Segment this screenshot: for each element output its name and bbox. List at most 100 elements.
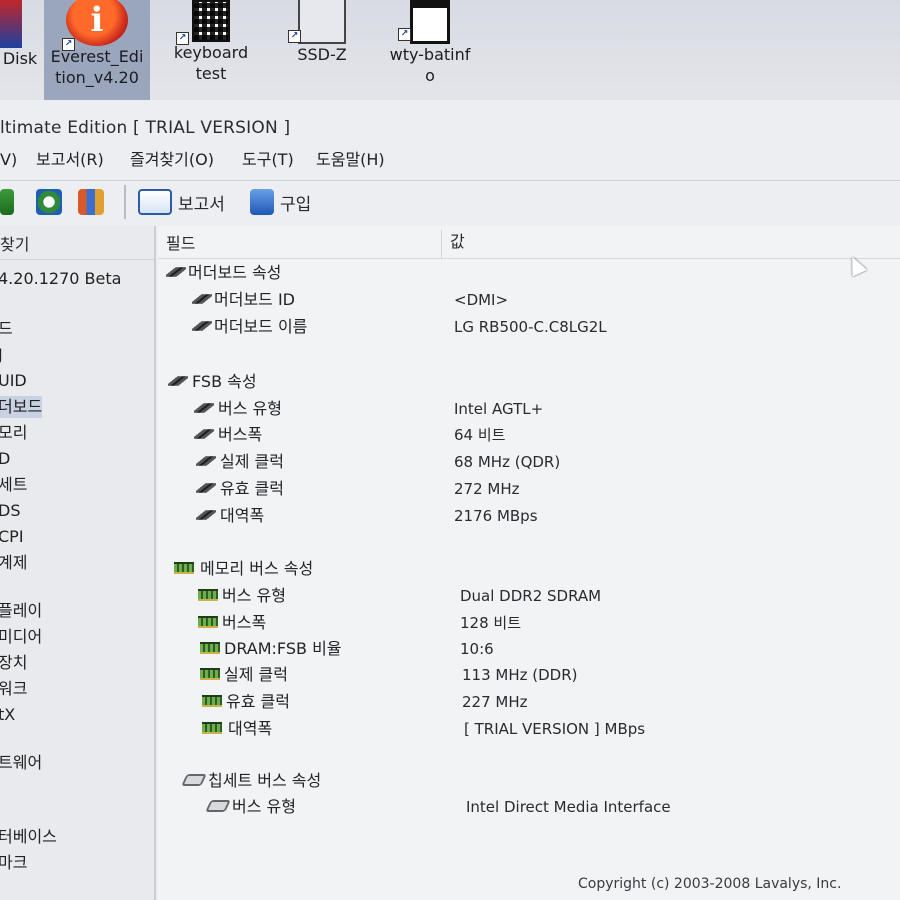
desktop-icon-disk[interactable]: Disk <box>0 0 40 69</box>
info-icon: i <box>66 0 128 46</box>
list-row[interactable]: 대역폭 [ TRIAL VERSION ] MBps <box>158 716 900 742</box>
report-icon <box>138 189 172 215</box>
field-value: Intel AGTL+ <box>454 400 544 418</box>
memory-module-icon <box>202 695 222 707</box>
list-row[interactable]: 실제 클럭 68 MHz (QDR) <box>158 449 900 475</box>
memory-module-icon <box>174 562 194 574</box>
keyboard-icon <box>192 0 230 42</box>
field-name: 유효 클럭 <box>220 479 284 498</box>
tree-item[interactable]: 세트 <box>0 474 27 496</box>
menu-report[interactable]: 보고서(R) <box>36 148 104 172</box>
list-row[interactable]: 유효 클럭 227 MHz <box>158 689 900 715</box>
tree-header: 찾기 <box>0 230 154 260</box>
memory-module-icon <box>202 722 222 734</box>
details-list: 필드 값 머더보드 속성 머더보드 ID <DMI> 머더보드 이름 LG RB… <box>158 226 900 900</box>
tree-item[interactable]: CPI <box>0 526 24 548</box>
toolbar-separator <box>124 185 126 219</box>
menu-help[interactable]: 도움말(H) <box>316 148 385 172</box>
forward-arrow-icon <box>0 189 14 215</box>
list-row[interactable]: DRAM:FSB 비율 10:6 <box>158 636 900 662</box>
tree-item[interactable]: 4.20.1270 Beta <box>0 268 121 290</box>
list-row[interactable]: 대역폭 2176 MBps <box>158 503 900 529</box>
menu-tools[interactable]: 도구(T) <box>242 148 294 172</box>
tree-item[interactable]: DS <box>0 500 20 522</box>
field-name: 버스 유형 <box>232 797 296 816</box>
field-name: 버스 유형 <box>222 586 286 605</box>
refresh-button[interactable] <box>36 187 68 217</box>
tree-item[interactable]: 모리 <box>0 422 27 444</box>
desktop-icon-keyboard-test[interactable]: ↗ keyboard test <box>172 0 250 84</box>
chip-icon <box>166 267 186 277</box>
field-value: 128 비트 <box>460 614 521 632</box>
refresh-icon <box>36 189 62 215</box>
list-row[interactable]: 머더보드 ID <DMI> <box>158 287 900 313</box>
menu-favorites[interactable]: 즐겨찾기(O) <box>130 148 214 172</box>
report-button[interactable]: 보고서 <box>138 187 225 217</box>
tree-item[interactable]: 장치 <box>0 652 27 674</box>
column-header-value[interactable]: 값 <box>450 228 465 256</box>
desktop-icon-label: Disk <box>2 49 38 68</box>
memory-module-icon <box>198 589 218 601</box>
forward-button[interactable] <box>0 187 20 217</box>
buy-button-label: 구입 <box>280 194 312 215</box>
tree-item[interactable]: 워크 <box>0 678 27 700</box>
field-value: 272 MHz <box>454 480 520 498</box>
tree-item[interactable]: UID <box>0 370 27 392</box>
list-row-group[interactable]: 칩세트 버스 속성 <box>158 768 900 794</box>
drive-icon <box>298 0 346 44</box>
list-row-group[interactable]: 메모리 버스 속성 <box>158 556 900 582</box>
tree-item[interactable]: tX <box>0 704 15 726</box>
field-value: 2176 MBps <box>454 507 538 525</box>
list-row[interactable]: 버스 유형 Intel Direct Media Interface <box>158 794 900 820</box>
tree-item[interactable]: 계제 <box>0 552 27 574</box>
list-row[interactable]: 버스폭 64 비트 <box>158 422 900 448</box>
desktop-icon-label: keyboard <box>173 43 249 62</box>
field-value: Dual DDR2 SDRAM <box>460 587 602 605</box>
tree-item[interactable]: 마크 <box>0 852 27 874</box>
list-row-group[interactable]: FSB 속성 <box>158 369 900 395</box>
header-divider <box>158 258 900 259</box>
desktop-icon-wty-batinfo[interactable]: ↗ wty-batinf o <box>384 0 476 86</box>
list-row[interactable]: 실제 클럭 113 MHz (DDR) <box>158 662 900 688</box>
tree-item[interactable]: D <box>0 448 10 470</box>
field-name: 대역폭 <box>220 506 265 525</box>
list-row-group[interactable]: 머더보드 속성 <box>158 260 900 286</box>
column-header-field[interactable]: 필드 <box>166 230 442 258</box>
shortcut-arrow-icon: ↗ <box>398 28 411 41</box>
chip-icon <box>196 510 216 520</box>
list-row[interactable]: 버스폭 128 비트 <box>158 610 900 636</box>
users-button[interactable] <box>78 187 110 217</box>
tree-item[interactable]: 터베이스 <box>0 826 57 848</box>
bus-icon <box>181 774 207 786</box>
chip-icon <box>192 294 212 304</box>
tree-item[interactable]: 트웨어 <box>0 752 42 774</box>
toolbar: 보고서 구입 <box>0 180 900 222</box>
list-row[interactable]: 머더보드 이름 LG RB500-C.C8LG2L <box>158 314 900 340</box>
desktop-icon-strip: Disk i ↗ Everest_Edi tion_v4.20 ↗ keyboa… <box>0 0 900 100</box>
chip-icon <box>196 483 216 493</box>
report-button-label: 보고서 <box>178 194 225 215</box>
field-value: [ TRIAL VERSION ] MBps <box>464 720 646 738</box>
field-value: 227 MHz <box>462 693 528 711</box>
menu-view[interactable]: V) <box>0 148 17 172</box>
list-row[interactable]: 버스 유형 Dual DDR2 SDRAM <box>158 583 900 609</box>
desktop-icon-everest[interactable]: i ↗ Everest_Edi tion_v4.20 <box>44 0 150 100</box>
tree-item[interactable]: 플레이 <box>0 600 42 622</box>
navigation-tree: 찾기 4.20.1270 Beta 드 J UID 더보드 모리 D 세트 DS… <box>0 226 156 900</box>
desktop-icon-label: tion_v4.20 <box>55 68 139 87</box>
list-row[interactable]: 버스 유형 Intel AGTL+ <box>158 396 900 422</box>
field-name: 머더보드 이름 <box>214 317 308 336</box>
desktop-icon-label: Everest_Edi <box>50 47 144 66</box>
buy-button[interactable]: 구입 <box>250 187 311 217</box>
list-row[interactable]: 유효 클럭 272 MHz <box>158 476 900 502</box>
tree-item[interactable]: J <box>0 344 3 366</box>
field-name: 버스 유형 <box>218 399 282 418</box>
field-name: FSB 속성 <box>192 372 257 391</box>
desktop-icon-ssd-z[interactable]: ↗ SSD-Z <box>282 0 362 65</box>
tree-item-motherboard[interactable]: 더보드 <box>0 396 43 418</box>
users-icon <box>78 189 104 215</box>
tree-item[interactable]: 미디어 <box>0 626 42 648</box>
chip-icon <box>168 376 188 386</box>
tree-item[interactable]: 드 <box>0 318 13 340</box>
field-name: 유효 클럭 <box>226 692 290 711</box>
